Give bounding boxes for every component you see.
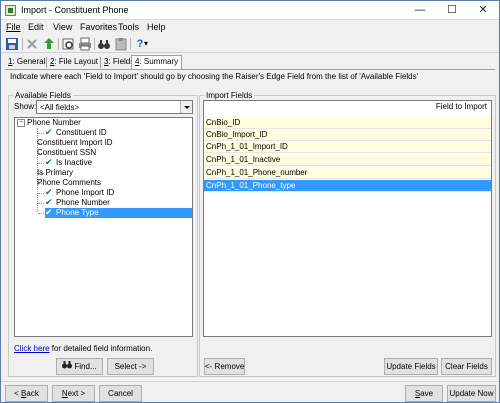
- menu-favorites[interactable]: Favorites: [80, 22, 117, 32]
- close-button[interactable]: ✕: [468, 1, 498, 19]
- cancel-button[interactable]: Cancel: [99, 385, 142, 402]
- clipboard-icon[interactable]: [114, 37, 128, 51]
- import-app-icon: [5, 5, 16, 16]
- maximize-button[interactable]: ☐: [437, 1, 467, 19]
- menu-help[interactable]: Help: [147, 22, 166, 32]
- show-filter-select[interactable]: <All fields>: [36, 100, 193, 114]
- column-header-field-to-import: Field to Import: [435, 102, 487, 111]
- available-fields-title: Available Fields: [13, 91, 73, 100]
- binoculars-icon[interactable]: [97, 37, 111, 51]
- window-title: Import - Constituent Phone: [21, 5, 129, 15]
- checkmark-icon: ✔: [45, 197, 53, 207]
- menu-tools[interactable]: Tools: [118, 22, 139, 32]
- import-field-row[interactable]: CnPh_1_01_Phone_number: [204, 167, 491, 179]
- import-window: Import - Constituent Phone — ☐ ✕ File Ed…: [0, 0, 500, 403]
- title-bar: Import - Constituent Phone — ☐ ✕: [1, 1, 499, 20]
- remove-button[interactable]: <- Remove: [204, 358, 245, 375]
- tree-item-phone-type[interactable]: ✔ Phone Type: [45, 208, 192, 218]
- update-now-button[interactable]: Update Now: [447, 385, 496, 402]
- upload-icon[interactable]: [42, 37, 56, 51]
- menu-edit[interactable]: Edit: [28, 22, 44, 32]
- tree-item-is-primary[interactable]: Is Primary: [37, 168, 73, 178]
- available-fields-tree: − Phone Number ✔ Constituent ID Constitue…: [14, 117, 193, 337]
- show-label: Show:: [14, 102, 37, 111]
- checkmark-icon: ✔: [45, 157, 53, 167]
- toolbar: ? ▾: [1, 35, 499, 53]
- wizard-footer: < Back Next > Cancel Save Update Now: [1, 381, 499, 402]
- collapse-icon[interactable]: −: [17, 119, 25, 127]
- click-here-link[interactable]: Click here: [14, 344, 50, 353]
- import-field-row[interactable]: CnPh_1_01_Inactive: [204, 154, 491, 166]
- tab-summary[interactable]: 4: Summary: [131, 55, 183, 69]
- clear-fields-button[interactable]: Clear Fields: [441, 358, 492, 375]
- delete-icon[interactable]: [25, 37, 39, 51]
- checkmark-icon: ✔: [45, 187, 53, 197]
- update-fields-button[interactable]: Update Fields: [384, 358, 438, 375]
- menu-file[interactable]: File: [6, 22, 21, 32]
- tree-root-phone-number[interactable]: Phone Number: [27, 118, 81, 128]
- binoculars-icon: [62, 359, 73, 374]
- tab-general[interactable]: 1: General: [5, 56, 48, 69]
- show-filter-value: <All fields>: [40, 103, 80, 112]
- import-field-row[interactable]: CnPh_1_01_Import_ID: [204, 141, 491, 153]
- instruction-text: Indicate where each 'Field to Import' sh…: [10, 72, 419, 81]
- import-field-row[interactable]: CnBio_ID: [204, 117, 491, 129]
- print-icon[interactable]: [78, 37, 92, 51]
- help-dropdown-icon[interactable]: ▾: [144, 37, 152, 51]
- menu-view[interactable]: View: [53, 22, 72, 32]
- find-button[interactable]: Find...: [56, 358, 103, 375]
- chevron-down-icon[interactable]: [180, 101, 192, 113]
- import-field-row-selected[interactable]: CnPh_1_01_Phone_type: [204, 180, 491, 192]
- tree-item-phone-import-id[interactable]: ✔ Phone Import ID: [45, 188, 114, 198]
- save-button[interactable]: Save: [405, 385, 443, 402]
- minimize-button[interactable]: —: [405, 1, 435, 19]
- menu-bar: File Edit View Favorites Tools Help: [1, 20, 499, 35]
- next-button[interactable]: Next >: [52, 385, 95, 402]
- import-fields-list: Field to Import CnBio_ID CnBio_Import_ID…: [203, 100, 492, 337]
- save-icon[interactable]: [5, 37, 19, 51]
- print-preview-icon[interactable]: [61, 37, 75, 51]
- checkmark-icon: ✔: [45, 127, 53, 137]
- tree-item-constituent-id[interactable]: ✔ Constituent ID: [45, 128, 107, 138]
- select-button[interactable]: Select ->: [107, 358, 154, 375]
- field-info-hint: Click here for detailed field informatio…: [14, 344, 153, 353]
- tab-file-layout[interactable]: 2: File Layout: [47, 56, 101, 69]
- tree-item-constituent-import-id[interactable]: Constituent Import ID: [37, 138, 113, 148]
- checkmark-icon: ✔: [45, 207, 53, 217]
- import-fields-title: Import Fields: [204, 91, 255, 100]
- import-field-row[interactable]: CnBio_Import_ID: [204, 129, 491, 141]
- tree-item-is-inactive[interactable]: ✔ Is Inactive: [45, 158, 92, 168]
- tree-item-phone-number[interactable]: ✔ Phone Number: [45, 198, 110, 208]
- back-button[interactable]: < Back: [5, 385, 48, 402]
